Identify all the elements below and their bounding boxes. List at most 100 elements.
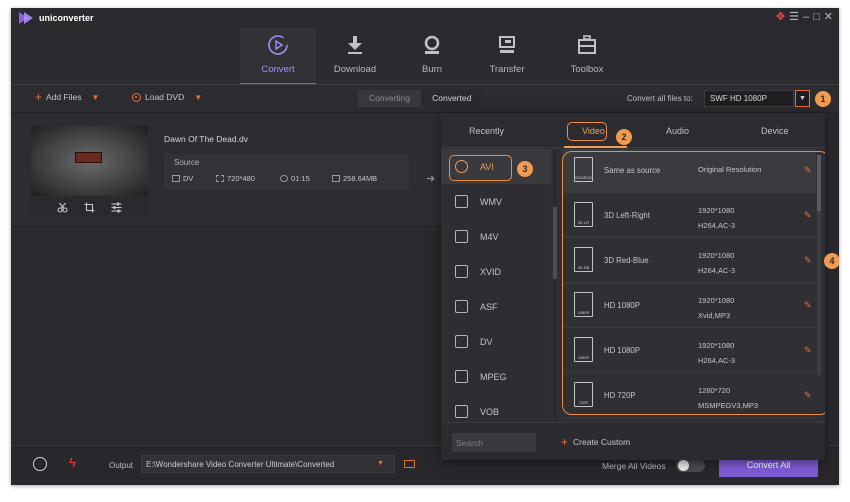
edit-icon[interactable]: ✎ [804,255,814,265]
source-size-value: 258.64MB [343,174,378,183]
preset-row[interactable]: 720P HD 720P 1280*720 MSMPEGV3,MP3 ✎ [562,374,816,418]
preset-name: HD 1080P [604,346,640,355]
format-item-mpeg[interactable]: MPEG [441,359,551,394]
gift-icon[interactable]: ✥ [776,10,785,23]
convert-icon [268,35,288,55]
format-item-m4v[interactable]: M4V [441,219,551,254]
tab-toolbox[interactable]: Toolbox [549,28,625,84]
download-icon [348,36,362,54]
thumbnail-tools [31,196,148,218]
search-input[interactable] [452,433,536,452]
edit-icon[interactable]: ✎ [804,390,814,400]
chevron-down-icon[interactable]: ▼ [377,460,384,467]
menu-icon[interactable]: ☰ [789,10,799,23]
preset-row[interactable]: 3D LR 3D Left-Right 1920*1080 H264,AC-3 ✎ [562,194,816,238]
preset-row[interactable]: 3D RB 3D Red-Blue 1920*1080 H264,AC-3 ✎ [562,239,816,283]
preset-resolution: Original Resolution [698,165,762,174]
folder-icon [332,175,340,182]
file-name: Dawn Of The Dead.dv [164,134,248,144]
maximize-icon[interactable]: □ [813,11,820,23]
tab-burn[interactable]: Burn [394,28,470,84]
trim-icon[interactable] [57,202,68,213]
preset-name: Same as source [604,166,661,175]
load-dvd-button[interactable]: Load DVD ▼ [132,92,202,102]
close-icon[interactable]: ✕ [824,10,833,23]
minimize-icon[interactable]: – [803,11,809,23]
tab-convert[interactable]: Convert [240,28,316,85]
preset-file-icon: 720P [574,382,593,407]
format-dropdown-button[interactable]: ▼ [795,90,810,107]
edit-icon[interactable]: ✎ [804,345,814,355]
plus-icon: + [561,435,569,449]
preset-name: 3D Left-Right [604,211,650,220]
edit-icon[interactable]: ✎ [804,210,814,220]
file-icon [455,230,468,243]
crop-icon[interactable] [84,202,95,213]
film-icon [172,175,180,182]
tab-download[interactable]: Download [317,28,393,84]
clock-icon [280,175,288,182]
add-files-button[interactable]: + Add Files ▼ [35,90,99,104]
title-bar: uniconverter ✥ ☰ – □ ✕ Convert Download [11,8,839,85]
source-size: 258.64MB [332,174,377,183]
tab-converted[interactable]: Converted [421,90,483,107]
edit-icon[interactable]: ✎ [804,165,814,175]
preset-resolution: 1920*1080 Xvid,MP3 [698,296,735,320]
format-label: WMV [480,196,502,207]
dvd-icon [132,92,141,102]
format-item-wmv[interactable]: WMV [441,184,551,219]
lightning-icon[interactable]: ϟ [69,455,76,470]
format-scrollbar[interactable] [553,149,557,422]
file-icon [455,265,468,278]
edit-icon[interactable]: ✎ [804,300,814,310]
film-icon [455,405,468,418]
preset-file-icon: SOURCE [574,157,593,182]
target-format-select[interactable]: SWF HD 1080P [704,90,794,107]
format-item-dv[interactable]: DV [441,324,551,359]
logo-icon [19,12,33,24]
preset-row[interactable]: 1080P HD 1080P 1920*1080 Xvid,MP3 ✎ [562,284,816,328]
tab-recently[interactable]: Recently [469,126,504,136]
load-dvd-label: Load DVD [145,92,185,102]
video-thumbnail[interactable] [31,126,148,196]
tab-device[interactable]: Device [761,126,789,136]
add-files-label: Add Files [46,92,82,102]
tab-label: Convert [261,64,295,75]
callout-4: 4 [824,253,839,269]
preset-file-icon: 3D RB [574,247,593,272]
window-controls: ✥ ☰ – □ ✕ [776,10,833,24]
preset-name: 3D Red-Blue [604,256,649,265]
format-scrollbar-thumb[interactable] [553,207,557,279]
format-item-xvid[interactable]: XVID [441,254,551,289]
tab-converting[interactable]: Converting [358,90,422,107]
folder-icon[interactable] [404,460,415,468]
merge-toggle-knob[interactable] [678,460,689,471]
preset-scrollbar-thumb[interactable] [817,155,821,211]
format-item-vob[interactable]: VOB [441,394,551,422]
effects-icon[interactable] [111,202,122,213]
tab-audio[interactable]: Audio [666,126,689,136]
create-custom-label: Create Custom [573,437,631,447]
app-name: uniconverter [39,13,94,23]
chevron-down-icon[interactable]: ▼ [91,93,99,102]
tab-transfer[interactable]: Transfer [469,28,545,84]
toolbox-icon [578,35,596,54]
video-camera-icon [455,370,468,383]
source-label: Source [174,158,200,167]
format-panel: Recently Video Audio Device 2 AVI WMV M4… [441,113,839,460]
create-custom-button[interactable]: + Create Custom [561,435,631,449]
tab-label: Download [333,64,377,75]
preset-row[interactable]: 1080P HD 1080P 1920*1080 H264,AC-3 ✎ [562,329,816,373]
chevron-down-icon[interactable]: ▼ [194,93,202,102]
panel-footer: + Create Custom [441,422,825,460]
preset-name: HD 1080P [604,301,640,310]
thumbnail-sign [75,152,102,163]
preset-row[interactable]: SOURCE Same as source Original Resolutio… [562,149,816,193]
plus-icon: + [35,90,43,104]
format-tabs: Recently Video Audio Device [441,113,825,148]
format-item-asf[interactable]: ASF [441,289,551,324]
alarm-clock-icon[interactable] [33,457,47,471]
preset-file-icon: 1080P [574,337,593,362]
output-path-field[interactable]: E:\Wondershare Video Converter Ultimate\… [141,455,395,473]
file-icon [455,300,468,313]
